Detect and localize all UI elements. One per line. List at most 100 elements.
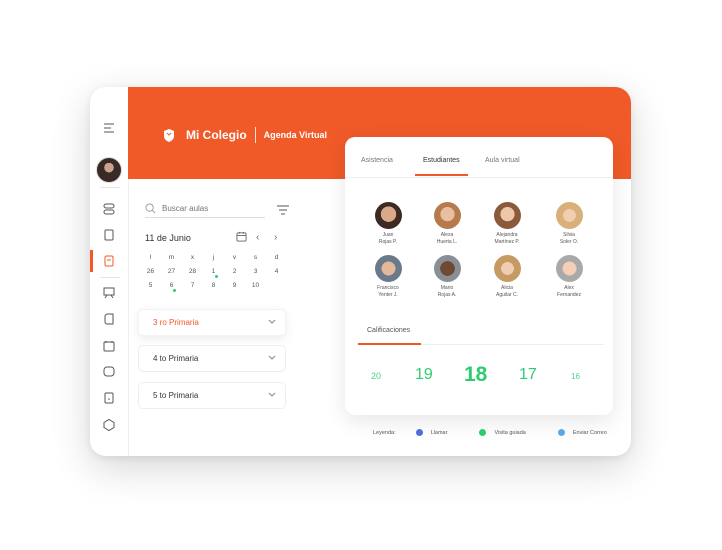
calendar-day[interactable]: 28 [182, 265, 203, 279]
student-last-name: Martínez P. [494, 239, 520, 245]
students-panel: Asistencia Estudiantes Aula virtual Juan… [345, 137, 613, 415]
sidebar-divider [100, 277, 120, 278]
legend-dot-visit [479, 429, 487, 436]
document-icon[interactable] [90, 225, 128, 245]
calendar-day-today[interactable]: 11 [266, 279, 287, 293]
filter-icon[interactable] [276, 203, 290, 217]
class-label: 4 to Primaria [153, 354, 199, 363]
legend: Leyenda: Llamar Visita guiada Enviar Cor… [373, 429, 607, 436]
class-label: 3 ro Primaria [153, 318, 199, 327]
panel-tabs: Asistencia Estudiantes Aula virtual [345, 137, 613, 178]
event-dot [215, 275, 218, 278]
student-last-name: Soler O. [559, 239, 579, 245]
search-icon [145, 202, 156, 213]
tab-divider [421, 344, 604, 345]
calendar-grid: l m x j v s d 26 27 28 1 2 3 4 5 6 7 8 9… [140, 251, 288, 293]
tab-asistencia[interactable]: Asistencia [361, 157, 393, 164]
legend-item: Enviar Correo [572, 429, 607, 436]
avatar[interactable] [96, 157, 122, 183]
agenda-icon[interactable] [90, 251, 128, 271]
calendar-icon[interactable] [90, 336, 128, 356]
weekday-label: m [168, 254, 175, 261]
calendar-day[interactable]: 3 [245, 265, 266, 279]
calendar-day[interactable]: 6 [161, 279, 182, 293]
calendar-day[interactable]: 5 [140, 279, 161, 293]
student-card[interactable]: Alejandra Martínez P. [477, 202, 537, 246]
student-last-name: Rojas P. [378, 239, 398, 245]
class-card[interactable]: 5 to Primaria [138, 382, 286, 409]
grade-value: 17 [519, 366, 537, 383]
grade-value: 20 [371, 371, 382, 381]
student-photo [374, 255, 402, 282]
weekday-label: v [232, 254, 237, 261]
chevron-right-icon[interactable]: › [274, 232, 277, 243]
student-first-name: Alex [564, 285, 574, 291]
calendar-day[interactable]: 2 [224, 265, 245, 279]
tab-aula-virtual[interactable]: Aula virtual [485, 157, 520, 164]
active-tab-indicator [415, 174, 468, 176]
chat-icon[interactable] [90, 362, 128, 382]
student-photo [493, 202, 521, 229]
calendar-day[interactable]: 7 [182, 279, 203, 293]
menu-icon[interactable] [90, 118, 128, 138]
tab-estudiantes[interactable]: Estudiantes [423, 157, 460, 164]
student-card[interactable]: Alexa Huerta L. [417, 202, 477, 246]
student-last-name: Yenter J. [378, 292, 398, 298]
tab-calificaciones[interactable]: Calificaciones [367, 327, 410, 334]
student-card[interactable]: Alicia Aguilar C. [477, 255, 537, 299]
weekday-label: s [253, 254, 258, 261]
calendar-day[interactable]: 27 [161, 265, 182, 279]
chevron-left-icon[interactable]: ‹ [256, 232, 259, 243]
calendar-day[interactable]: 10 [245, 279, 266, 293]
chevron-down-icon [268, 319, 276, 324]
student-last-name: Fernandez [557, 292, 581, 298]
student-last-name: Aguilar C. [496, 292, 518, 298]
brand-section: Agenda Virtual [263, 130, 328, 140]
classes-icon[interactable] [90, 199, 128, 219]
student-photo [433, 202, 461, 229]
student-first-name: Juan [382, 232, 394, 238]
book-icon[interactable] [90, 309, 128, 329]
calendar-day[interactable]: 8 [203, 279, 224, 293]
class-card[interactable]: 3 ro Primaria [138, 309, 286, 336]
student-first-name: Francisco [377, 285, 399, 291]
grade-value: 16 [571, 372, 580, 381]
student-card[interactable]: Francisco Yenter J. [358, 255, 418, 299]
student-last-name: Huerta L. [436, 239, 458, 245]
brand: Mi Colegio Agenda Virtual [162, 127, 327, 143]
student-last-name: Rojas A. [437, 292, 457, 298]
brand-separator [254, 127, 256, 143]
calendar-weekdays: l m x j v s d [140, 251, 288, 265]
class-card[interactable]: 4 to Primaria [138, 345, 286, 372]
file-icon[interactable] [90, 388, 128, 408]
student-first-name: Alicia [501, 285, 513, 291]
student-card[interactable]: Juan Rojas P. [358, 202, 418, 246]
search-input[interactable] [162, 203, 257, 213]
legend-label: Leyenda: [373, 429, 396, 436]
calendar-week: 26 27 28 1 2 3 4 [140, 265, 288, 279]
calendar-day[interactable]: 9 [224, 279, 245, 293]
student-card[interactable]: Silvia Soler O. [539, 202, 599, 246]
student-photo [555, 255, 583, 282]
app-window: Mi Colegio Agenda Virtual 11 de Junio ‹ … [90, 87, 631, 456]
brand-name: Mi Colegio [186, 128, 247, 142]
calendar-day[interactable]: 4 [266, 265, 287, 279]
student-photo [555, 202, 583, 229]
calendar-day[interactable]: 1 [203, 265, 224, 279]
calendar-picker-icon[interactable] [236, 231, 247, 242]
student-photo [433, 255, 461, 282]
grade-value-selected[interactable]: 18 [464, 363, 487, 387]
student-first-name: Alejandra [496, 232, 518, 238]
student-first-name: Alexa [440, 232, 454, 238]
grade-value: 19 [415, 366, 433, 383]
chevron-down-icon [268, 355, 276, 360]
board-icon[interactable] [90, 283, 128, 303]
sidebar [90, 87, 129, 456]
search-bar [145, 199, 265, 218]
settings-icon[interactable] [90, 415, 128, 435]
shield-logo-icon [164, 128, 174, 142]
student-card[interactable]: Mario Rojas A. [417, 255, 477, 299]
weekday-label: d [274, 254, 279, 261]
calendar-day[interactable]: 26 [140, 265, 161, 279]
student-card[interactable]: Alex Fernandez [539, 255, 599, 299]
